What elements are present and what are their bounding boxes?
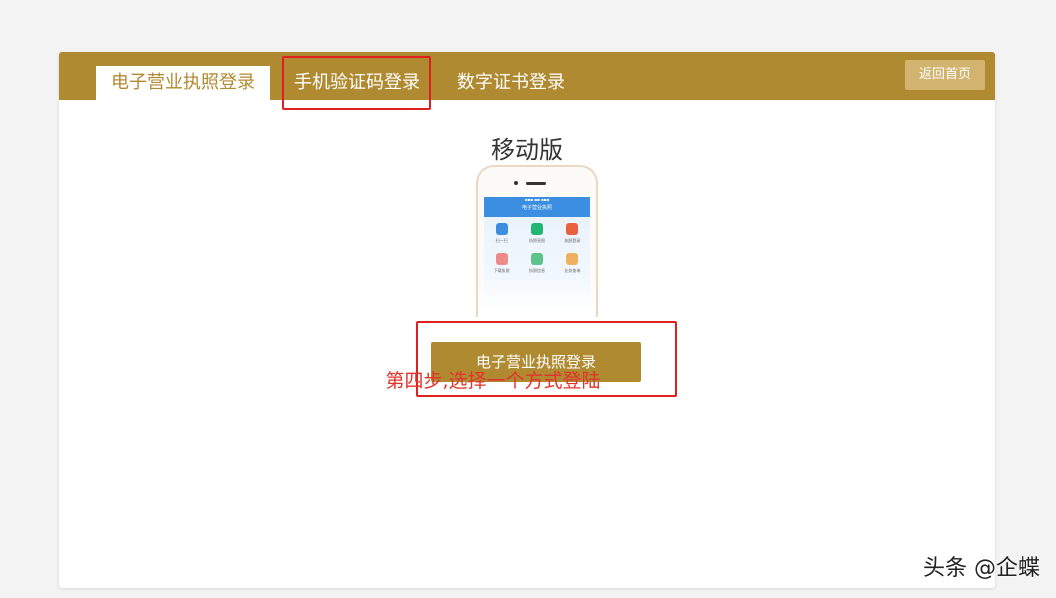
qr-scan-icon xyxy=(495,223,508,235)
watermark-text: 头条 @企蝶 xyxy=(923,556,1040,581)
phone-app-item: 业务查询 xyxy=(558,253,586,273)
phone-status-bar: ▪▪▪ ▪▪ ▪▪▪ xyxy=(524,197,550,202)
phone-app-header: ▪▪▪ ▪▪ ▪▪▪ 电子营业执照 xyxy=(484,197,590,217)
download-icon xyxy=(495,253,508,265)
phone-app-item: 执照亮照 xyxy=(523,223,551,243)
login-panel: 电子营业执照登录 手机验证码登录 数字证书登录 返回首页 移动版 ▪▪▪ ▪▪ … xyxy=(59,52,995,588)
phone-app-label: 执照亮照 xyxy=(528,238,545,243)
phone-app-label: 执照信息 xyxy=(528,268,545,273)
highlight-box-sms-tab xyxy=(282,56,431,110)
tab-e-license-login[interactable]: 电子营业执照登录 xyxy=(96,66,270,100)
phone-app-item: 扫一扫 xyxy=(488,223,516,243)
step-instruction-text: 第四步,选择一个方式登陆 xyxy=(385,370,601,392)
info-icon xyxy=(530,253,543,265)
phone-app-grid: 扫一扫 执照亮照 执照登录 下载执照 执照信息 业务查询 xyxy=(484,223,590,283)
phone-app-item: 下载执照 xyxy=(488,253,516,273)
back-home-button[interactable]: 返回首页 xyxy=(905,60,985,90)
phone-fade-overlay xyxy=(478,277,596,317)
phone-app-label: 下载执照 xyxy=(493,268,510,273)
license-icon xyxy=(530,223,543,235)
tab-bar: 电子营业执照登录 手机验证码登录 数字证书登录 返回首页 xyxy=(59,52,995,100)
query-icon xyxy=(566,253,579,265)
tab-digital-cert-login[interactable]: 数字证书登录 xyxy=(449,66,573,100)
seal-icon xyxy=(566,223,579,235)
phone-app-label: 扫一扫 xyxy=(495,238,508,243)
mobile-version-title: 移动版 xyxy=(491,136,563,164)
phone-app-label: 执照登录 xyxy=(564,238,581,243)
phone-app-title: 电子营业执照 xyxy=(521,205,552,211)
phone-camera xyxy=(514,181,518,185)
phone-app-label: 业务查询 xyxy=(564,268,581,273)
phone-speaker xyxy=(526,182,546,185)
phone-app-item: 执照登录 xyxy=(558,223,586,243)
phone-app-item: 执照信息 xyxy=(523,253,551,273)
phone-illustration: ▪▪▪ ▪▪ ▪▪▪ 电子营业执照 扫一扫 执照亮照 执照登录 下载执照 执照信… xyxy=(476,165,598,317)
